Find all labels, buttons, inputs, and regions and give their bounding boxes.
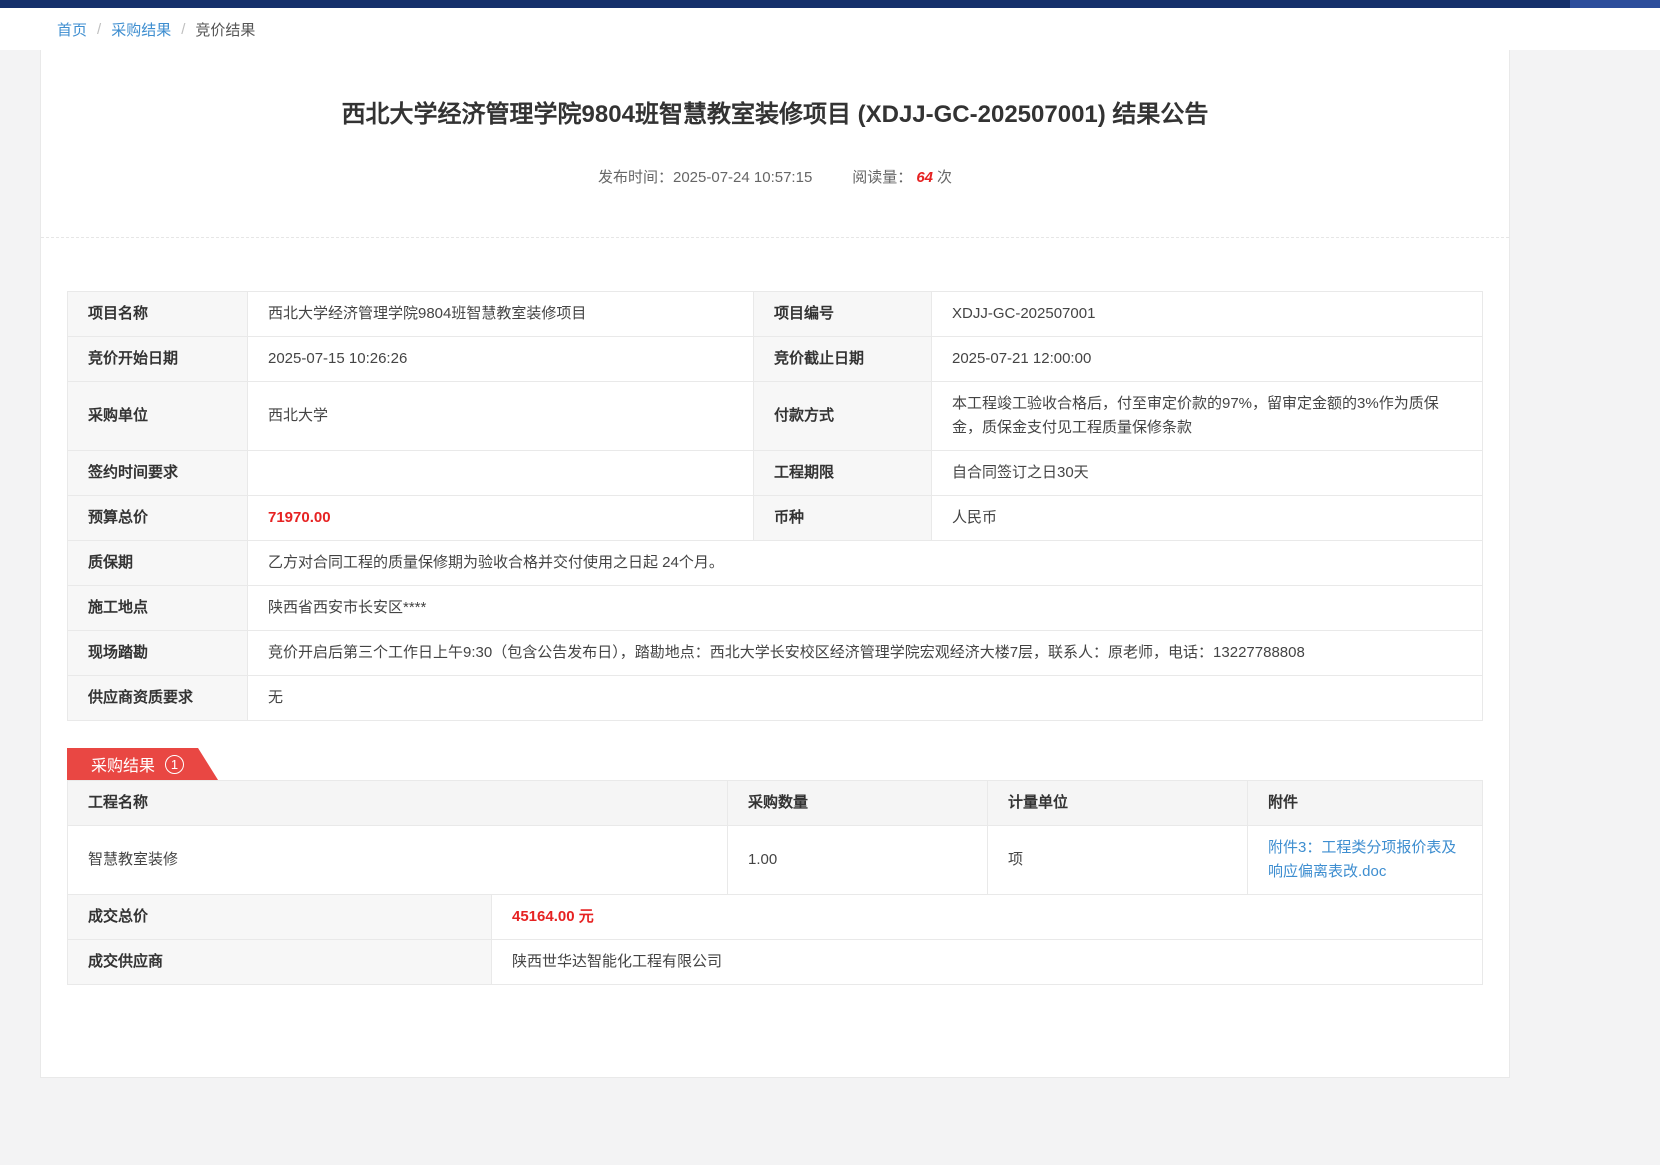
result-header-unit: 计量单位 [988, 781, 1248, 826]
top-nav-bar [0, 0, 1660, 8]
publish-meta: 发布时间：2025-07-24 10:57:15 阅读量：64次 [81, 166, 1469, 237]
project-info-table: 项目名称 西北大学经济管理学院9804班智慧教室装修项目 项目编号 XDJJ-G… [67, 291, 1483, 721]
info-label-project-duration: 工程期限 [754, 451, 932, 496]
page-title: 西北大学经济管理学院9804班智慧教室装修项目 (XDJJ-GC-2025070… [81, 98, 1469, 132]
breadcrumb: 首页 / 采购结果 / 竞价结果 [0, 8, 1660, 50]
procurement-result-table: 工程名称 采购数量 计量单位 附件 智慧教室装修 1.00 项 附件3：工程类分… [67, 780, 1483, 895]
breadcrumb-current-bidding-results: 竞价结果 [195, 19, 255, 40]
info-value-bid-start-date: 2025-07-15 10:26:26 [248, 337, 754, 382]
deal-supplier-label: 成交供应商 [68, 940, 492, 985]
table-row: 项目名称 西北大学经济管理学院9804班智慧教室装修项目 项目编号 XDJJ-G… [68, 292, 1483, 337]
info-label-site-survey: 现场踏勘 [68, 631, 248, 676]
table-row: 智慧教室装修 1.00 项 附件3：工程类分项报价表及响应偏离表改.doc [68, 826, 1483, 895]
info-value-construction-site: 陕西省西安市长安区**** [248, 586, 1483, 631]
result-value-project-name: 智慧教室装修 [68, 826, 728, 895]
info-label-project-number: 项目编号 [754, 292, 932, 337]
info-label-currency: 币种 [754, 496, 932, 541]
announcement-card: 西北大学经济管理学院9804班智慧教室装修项目 (XDJJ-GC-2025070… [40, 50, 1510, 1078]
result-value-quantity: 1.00 [728, 826, 988, 895]
info-label-payment-method: 付款方式 [754, 382, 932, 451]
table-row: 施工地点 陕西省西安市长安区**** [68, 586, 1483, 631]
views-unit: 次 [937, 169, 952, 186]
info-label-bid-end-date: 竞价截止日期 [754, 337, 932, 382]
info-value-warranty-period: 乙方对合同工程的质量保修期为验收合格并交付使用之日起 24个月。 [248, 541, 1483, 586]
info-value-currency: 人民币 [932, 496, 1483, 541]
info-label-project-name: 项目名称 [68, 292, 248, 337]
info-value-project-duration: 自合同签订之日30天 [932, 451, 1483, 496]
project-info-section: 项目名称 西北大学经济管理学院9804班智慧教室装修项目 项目编号 XDJJ-G… [41, 238, 1509, 721]
info-value-budget-total: 71970.00 [248, 496, 754, 541]
info-value-purchasing-unit: 西北大学 [248, 382, 754, 451]
info-value-bid-end-date: 2025-07-21 12:00:00 [932, 337, 1483, 382]
info-value-supplier-qualification: 无 [248, 676, 1483, 721]
table-row: 竞价开始日期 2025-07-15 10:26:26 竞价截止日期 2025-0… [68, 337, 1483, 382]
info-label-bid-start-date: 竞价开始日期 [68, 337, 248, 382]
procurement-result-section: 采购结果 1 工程名称 采购数量 计量单位 附件 智慧教室装修 1.00 项 附… [41, 721, 1509, 1077]
info-label-construction-site: 施工地点 [68, 586, 248, 631]
badge-number: 1 [165, 755, 184, 774]
info-value-signing-time [248, 451, 754, 496]
deal-total-price-value: 45164.00 [512, 908, 575, 925]
deal-total-price-unit: 元 [579, 908, 594, 925]
info-value-project-number: XDJJ-GC-202507001 [932, 292, 1483, 337]
table-row: 成交总价 45164.00 元 [68, 895, 1483, 940]
info-label-purchasing-unit: 采购单位 [68, 382, 248, 451]
info-value-project-name: 西北大学经济管理学院9804班智慧教室装修项目 [248, 292, 754, 337]
views-count: 64 [916, 169, 933, 186]
breadcrumb-separator: / [97, 21, 101, 38]
info-label-warranty-period: 质保期 [68, 541, 248, 586]
info-label-supplier-qualification: 供应商资质要求 [68, 676, 248, 721]
table-row: 预算总价 71970.00 币种 人民币 [68, 496, 1483, 541]
info-label-budget-total: 预算总价 [68, 496, 248, 541]
publish-time-value: 2025-07-24 10:57:15 [673, 169, 812, 186]
table-row: 现场踏勘 竞价开启后第三个工作日上午9:30（包含公告发布日），踏勘地点：西北大… [68, 631, 1483, 676]
info-value-site-survey: 竞价开启后第三个工作日上午9:30（包含公告发布日），踏勘地点：西北大学长安校区… [248, 631, 1483, 676]
publish-time-label: 发布时间： [598, 169, 673, 186]
result-header-quantity: 采购数量 [728, 781, 988, 826]
info-value-payment-method: 本工程竣工验收合格后，付至审定价款的97%，留审定金额的3%作为质保金，质保金支… [932, 382, 1483, 451]
table-row: 质保期 乙方对合同工程的质量保修期为验收合格并交付使用之日起 24个月。 [68, 541, 1483, 586]
table-row: 供应商资质要求 无 [68, 676, 1483, 721]
table-row: 成交供应商 陕西世华达智能化工程有限公司 [68, 940, 1483, 985]
attachment-doc-link[interactable]: 附件3：工程类分项报价表及响应偏离表改.doc [1268, 839, 1456, 880]
info-label-signing-time: 签约时间要求 [68, 451, 248, 496]
breadcrumb-link-procurement-results[interactable]: 采购结果 [111, 19, 171, 40]
procurement-result-badge: 采购结果 1 [67, 748, 218, 780]
breadcrumb-link-home[interactable]: 首页 [57, 19, 87, 40]
table-row: 签约时间要求 工程期限 自合同签订之日30天 [68, 451, 1483, 496]
deal-summary-table: 成交总价 45164.00 元 成交供应商 陕西世华达智能化工程有限公司 [67, 894, 1483, 985]
table-row: 采购单位 西北大学 付款方式 本工程竣工验收合格后，付至审定价款的97%，留审定… [68, 382, 1483, 451]
badge-label: 采购结果 [91, 752, 155, 776]
announcement-header: 西北大学经济管理学院9804班智慧教室装修项目 (XDJJ-GC-2025070… [41, 50, 1509, 238]
top-nav-bar-highlight [1570, 0, 1660, 8]
deal-supplier-value: 陕西世华达智能化工程有限公司 [492, 940, 1483, 985]
breadcrumb-separator: / [181, 21, 185, 38]
result-header-attachment: 附件 [1248, 781, 1483, 826]
table-header-row: 工程名称 采购数量 计量单位 附件 [68, 781, 1483, 826]
result-value-unit: 项 [988, 826, 1248, 895]
result-header-project-name: 工程名称 [68, 781, 728, 826]
deal-total-price-label: 成交总价 [68, 895, 492, 940]
views-label: 阅读量： [852, 169, 912, 186]
